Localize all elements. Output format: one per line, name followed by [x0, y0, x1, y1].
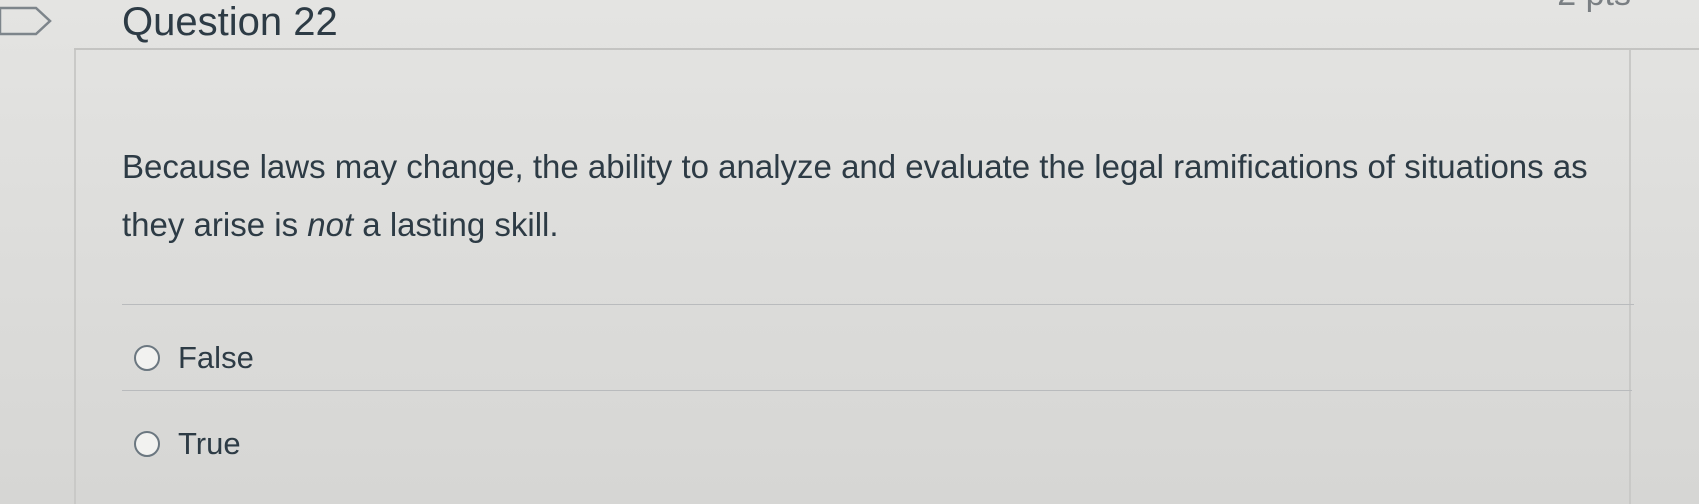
answers-top-divider — [122, 304, 1634, 305]
question-text-part2: a lasting skill. — [353, 206, 559, 243]
answers-divider — [122, 390, 1632, 391]
question-text-emphasis: not — [307, 206, 354, 243]
answer-label-false: False — [178, 340, 254, 375]
question-header: Question 22 2 pts — [74, 0, 1699, 50]
question-points: 2 pts — [1557, 0, 1631, 14]
question-title: Question 22 — [122, 0, 338, 44]
radio-button-false[interactable] — [134, 345, 160, 371]
question-body: Because laws may change, the ability to … — [74, 50, 1634, 504]
answer-option-false[interactable]: False — [134, 336, 254, 380]
answer-label-true: True — [178, 426, 241, 461]
radio-button-true[interactable] — [134, 431, 160, 457]
flag-icon[interactable] — [0, 6, 54, 36]
answer-option-true[interactable]: True — [134, 422, 241, 466]
question-text: Because laws may change, the ability to … — [122, 138, 1642, 254]
